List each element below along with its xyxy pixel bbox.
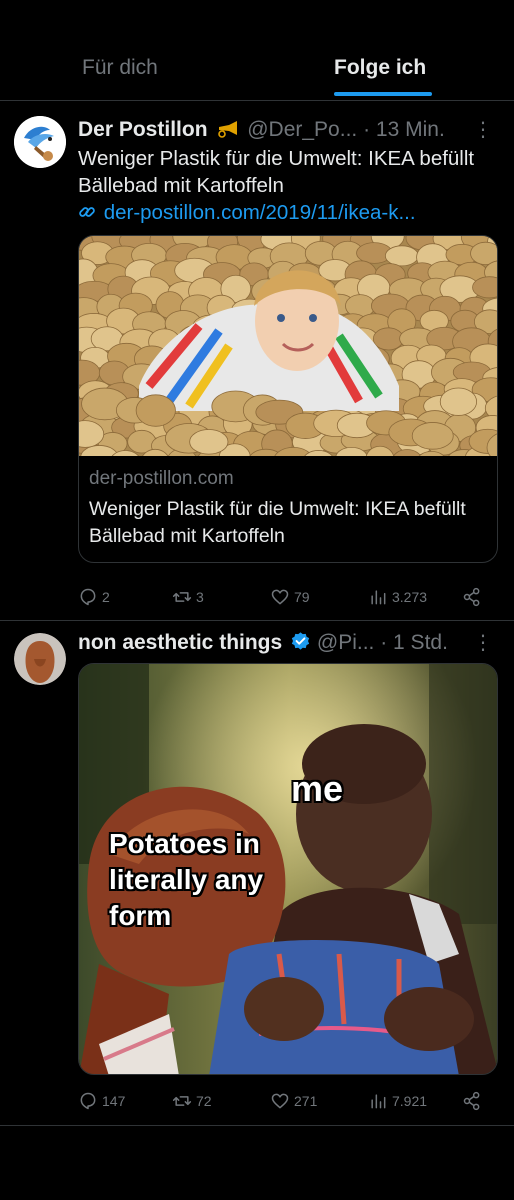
- reply-count: 147: [102, 1093, 126, 1109]
- tweet-text: Weniger Plastik für die Umwelt: IKEA bef…: [78, 147, 475, 197]
- timestamp[interactable]: 13 Min.: [376, 118, 445, 141]
- card-domain: der-postillon.com: [89, 468, 234, 489]
- tweet[interactable]: Der Postillon @Der_Po... · 13 Min. ⋮ Wen…: [0, 101, 514, 621]
- view-count: 7.921: [392, 1093, 428, 1109]
- heart-icon: [271, 589, 289, 605]
- repost-icon: [172, 592, 192, 602]
- active-tab-indicator: [334, 92, 432, 96]
- more-options-icon[interactable]: ⋮: [473, 629, 494, 657]
- views-icon: [371, 1094, 386, 1109]
- display-name[interactable]: non aesthetic things: [78, 631, 282, 654]
- share-icon: [463, 1091, 480, 1111]
- repost-count: 72: [196, 1093, 212, 1109]
- reply-icon: [80, 588, 96, 606]
- potato-pile-image: [79, 236, 497, 456]
- reply-count: 2: [102, 589, 110, 605]
- repost-count: 3: [196, 589, 204, 605]
- meme-label-top: me: [291, 768, 344, 809]
- tweet-actions: 147 72 271 7.921: [78, 1091, 498, 1115]
- display-name[interactable]: Der Postillon: [78, 118, 208, 141]
- share-button[interactable]: [462, 1091, 482, 1111]
- like-button[interactable]: 271: [270, 1091, 317, 1111]
- avatar[interactable]: [14, 633, 66, 685]
- tab-for-you[interactable]: Für dich: [82, 56, 158, 80]
- repost-button[interactable]: 72: [172, 1091, 212, 1111]
- tab-following[interactable]: Folge ich: [334, 56, 426, 80]
- avatar[interactable]: [14, 116, 66, 168]
- more-options-icon[interactable]: ⋮: [473, 116, 494, 144]
- like-count: 79: [294, 589, 310, 605]
- reply-button[interactable]: 2: [78, 587, 110, 607]
- like-button[interactable]: 79: [270, 587, 310, 607]
- views-button[interactable]: 3.273: [368, 587, 427, 607]
- reply-button[interactable]: 147: [78, 1091, 125, 1111]
- share-button[interactable]: [462, 587, 482, 607]
- tweet-header: Der Postillon @Der_Po... · 13 Min. ⋮: [78, 116, 498, 144]
- timestamp[interactable]: 1 Std.: [393, 631, 448, 654]
- heart-icon: [271, 1093, 289, 1109]
- horn-icon: [217, 119, 241, 147]
- tweet-header: non aesthetic things @Pi... · 1 Std. ⋮: [78, 629, 498, 657]
- view-count: 3.273: [392, 589, 428, 605]
- reply-icon: [80, 1092, 96, 1110]
- meme-image[interactable]: me Potatoes in literally any form: [78, 663, 498, 1075]
- link-card[interactable]: der-postillon.com Weniger Plastik für di…: [78, 235, 498, 563]
- divider: [0, 1125, 514, 1126]
- repost-button[interactable]: 3: [172, 587, 204, 607]
- timeline-tabs: Für dich Folge ich: [0, 0, 514, 98]
- handle[interactable]: @Der_Po...: [247, 118, 357, 141]
- views-button[interactable]: 7.921: [368, 1091, 427, 1111]
- card-title: Weniger Plastik für die Umwelt: IKEA bef…: [89, 498, 466, 547]
- views-icon: [371, 590, 386, 605]
- like-count: 271: [294, 1093, 318, 1109]
- handle[interactable]: @Pi...: [317, 631, 375, 654]
- link-icon: [78, 199, 98, 227]
- tweet-link-text[interactable]: der-postillon.com/2019/11/ikea-k...: [104, 201, 416, 224]
- tweet-actions: 2 3 79 3.273: [78, 587, 498, 611]
- meme-label-left: Potatoes in literally any form: [109, 828, 264, 931]
- tweet-link[interactable]: der-postillon.com/2019/11/ikea-k...: [78, 199, 498, 227]
- card-image[interactable]: [79, 236, 497, 456]
- verified-icon: [290, 631, 311, 660]
- tweet[interactable]: non aesthetic things @Pi... · 1 Std. ⋮ m…: [0, 621, 514, 1125]
- repost-icon: [172, 1096, 192, 1106]
- share-icon: [463, 587, 480, 607]
